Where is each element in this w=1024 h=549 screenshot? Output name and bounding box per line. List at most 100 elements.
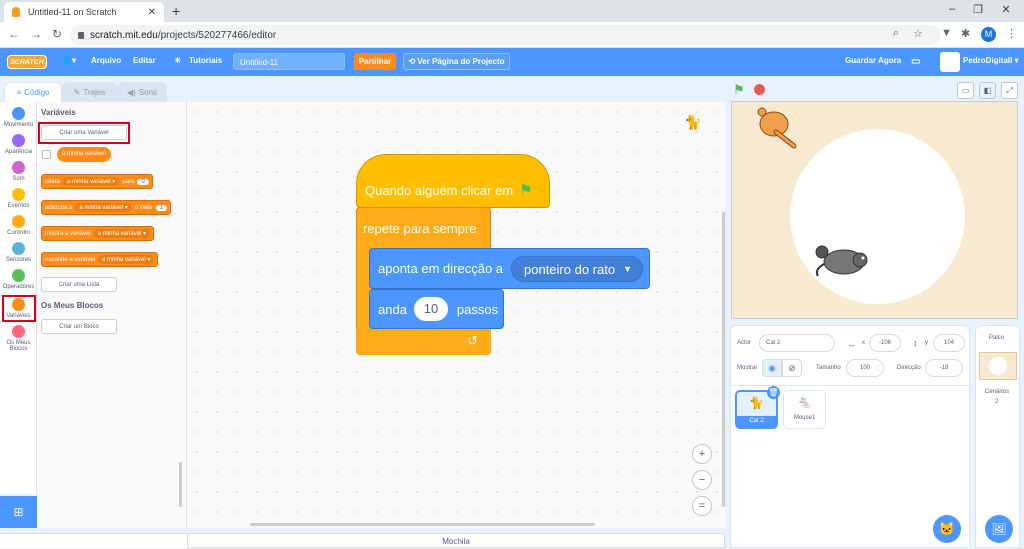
category-sound[interactable]: Som [0, 161, 37, 182]
y-label: y [925, 340, 928, 346]
bookmark-star-icon[interactable]: ☆ [913, 27, 923, 40]
point-target-dropdown[interactable]: ponteiro do rato ▼ [511, 256, 643, 282]
mouse-sprite[interactable] [808, 240, 878, 280]
change-variable-block[interactable]: adiciona aa minha variável ▾ o valor 1 [41, 200, 172, 215]
show-visible-eye-icon[interactable]: ◉ [762, 359, 782, 377]
zoom-out-button[interactable]: − [692, 470, 712, 490]
stage-canvas[interactable] [731, 101, 1018, 319]
add-extension-button[interactable]: ⊞ [0, 496, 37, 528]
browser-menu-icon[interactable]: ⋮ [1006, 27, 1017, 40]
lock-icon [78, 31, 84, 39]
reload-icon[interactable]: ↻ [52, 27, 62, 41]
sprite-tile-name: Cat 2 [737, 416, 776, 427]
add-sprite-button[interactable]: 🐱 [933, 515, 961, 543]
category-operators[interactable]: Operadores [0, 269, 37, 290]
dropdown-text: a minha variável [102, 257, 146, 263]
category-events[interactable]: Eventos [0, 188, 37, 209]
extensions-puzzle-icon[interactable]: ✱ [961, 27, 970, 40]
url-field[interactable]: scratch.mit.edu/projects/520277466/edito… [70, 25, 940, 45]
variable-dropdown[interactable]: a minha variável ▾ [98, 255, 155, 264]
tab-sounds[interactable]: ◀) Sons [117, 82, 167, 102]
myblocks-dot-icon [12, 325, 25, 338]
hide-eye-icon[interactable]: ⊘ [782, 359, 802, 377]
minimize-icon[interactable]: – [942, 3, 962, 15]
new-tab-icon[interactable]: + [172, 3, 180, 19]
block-palette [37, 102, 187, 528]
backdrops-count: 2 [995, 399, 999, 405]
menu-tutorials[interactable]: Tutoriais [189, 56, 222, 65]
hide-variable-block[interactable]: esconde a variável a minha variável ▾ [41, 252, 159, 267]
language-globe-icon[interactable]: 🌐▾ [62, 56, 76, 65]
forward-icon[interactable]: → [30, 27, 42, 41]
extension-filter-icon[interactable]: ▼ [941, 27, 952, 39]
scratch-logo[interactable]: SCRATCH [7, 55, 47, 69]
zoom-icon[interactable]: ⌕ [893, 27, 899, 40]
zoom-in-button[interactable]: + [692, 444, 712, 464]
menu-file[interactable]: Arquivo [91, 56, 121, 65]
category-control[interactable]: Controlo [0, 215, 37, 236]
close-window-icon[interactable]: ✕ [996, 3, 1016, 16]
show-variable-block[interactable]: mostra a variável a minha variável ▾ [41, 226, 155, 241]
script-vertical-scrollbar[interactable] [722, 212, 725, 507]
size-input[interactable]: 100 [846, 359, 884, 377]
maximize-icon[interactable]: ❐ [968, 3, 988, 16]
sprite-name-input[interactable]: Cat 2 [759, 334, 835, 352]
normal-stage-icon[interactable]: ◧ [979, 82, 996, 99]
variable-dropdown[interactable]: a minha variável ▾ [93, 229, 151, 238]
sprite-tile-mouse[interactable]: 🐁 Mouse1 [783, 390, 826, 429]
category-sensing[interactable]: Sensores [0, 242, 37, 263]
close-tab-icon[interactable]: ✕ [148, 7, 156, 18]
make-block-button[interactable]: Criar um Bloco [41, 319, 117, 334]
stage-pane-title: Palco [989, 335, 1005, 341]
green-flag-button[interactable]: ⚑ [733, 82, 745, 98]
category-label: Som [12, 176, 25, 182]
profile-avatar[interactable]: M [981, 27, 996, 42]
user-avatar[interactable] [940, 52, 960, 72]
tab-code[interactable]: ≡ Código [4, 82, 62, 102]
backpack-bar[interactable]: Mochila [187, 533, 725, 548]
y-input[interactable]: 104 [933, 334, 965, 352]
category-label: Operadores [2, 284, 35, 290]
set-variable-block[interactable]: altera a minha variável ▾ para 0 [41, 174, 153, 189]
browser-tab[interactable]: Untitled-11 on Scratch ✕ [4, 2, 164, 22]
delete-sprite-trash-icon[interactable]: 🗑 [767, 386, 780, 399]
project-title-input[interactable]: Untitled-11 [233, 53, 345, 70]
tab-costumes[interactable]: ✎ Trajes [62, 82, 117, 102]
category-looks[interactable]: Aparência [0, 134, 37, 155]
script-horizontal-scrollbar[interactable] [250, 523, 595, 526]
when-flag-clicked-block[interactable]: Quando alguém clicar em ⚑ [356, 154, 550, 208]
variable-dropdown[interactable]: a minha variável ▾ [75, 203, 132, 212]
fullscreen-icon[interactable]: ⤢ [1001, 82, 1018, 99]
tutorials-icon[interactable]: ☀ [174, 56, 181, 65]
value-input[interactable]: 1 [155, 204, 168, 211]
add-backdrop-button[interactable]: 🖼 [985, 515, 1013, 543]
see-project-page-button[interactable]: ⟲ Ver Página do Projecto [403, 53, 510, 70]
cat-sprite[interactable] [746, 102, 804, 150]
my-stuff-folder-icon[interactable]: ▭ [911, 56, 920, 67]
category-my-blocks[interactable]: Os Meus Blocos [0, 325, 37, 352]
x-input[interactable]: -106 [869, 334, 901, 352]
menu-edit[interactable]: Editar [133, 56, 156, 65]
category-motion[interactable]: Movimento [0, 107, 37, 128]
zoom-reset-button[interactable]: = [692, 496, 712, 516]
direction-input[interactable]: -18 [925, 359, 963, 377]
tab-costumes-label: Trajes [83, 88, 106, 97]
hat-block-text: Quando alguém clicar em [365, 182, 514, 198]
share-button[interactable]: Partilhar [354, 53, 396, 70]
make-list-button[interactable]: Criar uma Lista [41, 277, 117, 292]
save-now-link[interactable]: Guardar Agora [845, 56, 901, 65]
move-steps-input[interactable]: 10 [414, 297, 448, 321]
direction-label: Direcção [897, 365, 921, 371]
stop-button[interactable] [754, 84, 765, 95]
stage-thumbnail[interactable] [979, 352, 1017, 380]
back-icon[interactable]: ← [8, 27, 20, 41]
sensing-dot-icon [12, 242, 25, 255]
control-dot-icon [12, 215, 25, 228]
user-menu[interactable]: PedroDigitall ▾ [963, 56, 1019, 65]
palette-scrollbar[interactable] [179, 462, 182, 507]
variable-checkbox[interactable] [42, 150, 51, 159]
small-stage-icon[interactable]: ▭ [957, 82, 974, 99]
variable-dropdown[interactable]: a minha variável ▾ [63, 177, 120, 186]
value-input[interactable]: 0 [137, 178, 149, 185]
my-variable-reporter[interactable]: a minha variável [57, 147, 111, 162]
